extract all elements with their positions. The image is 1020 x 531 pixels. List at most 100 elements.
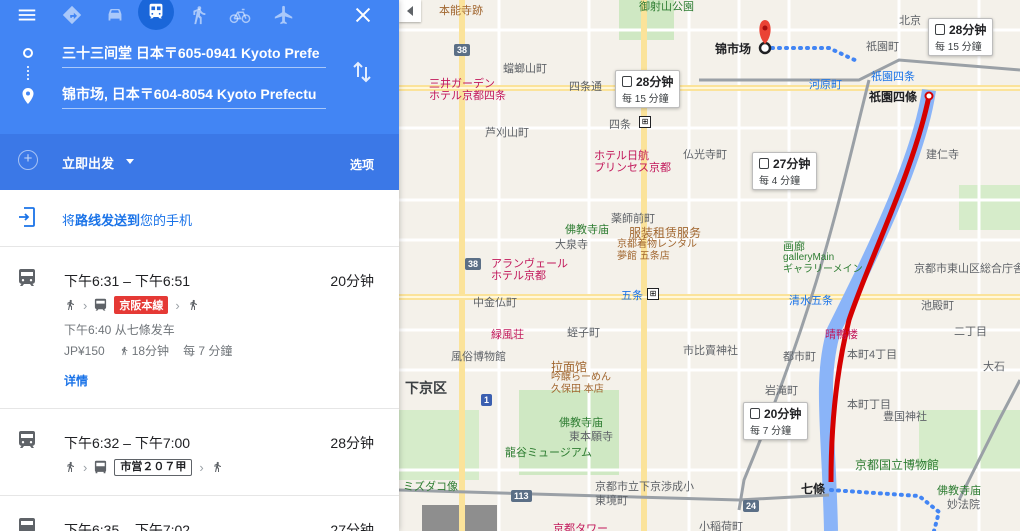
collapse-panel-button[interactable] [399,0,421,22]
walk-route-dotted [829,488,942,531]
route-duration: 20分钟 [330,273,374,289]
send-bold: 路线发送到 [75,213,141,228]
walk-icon [214,461,221,472]
send-to-phone-label[interactable]: 将路线发送到您的手机 [62,210,192,229]
callout-sub: 每 15 分鐘 [622,94,669,105]
walk-route-dotted [763,46,861,64]
route-departure-note: 下午6:40 从七條发车 [64,323,175,337]
route-times: 下午6:32 – 下午7:00 [64,435,191,451]
options-button[interactable]: 选项 [350,156,374,173]
maps-directions-app: 三十三间堂 日本〒605-0941 Kyoto Prefe 锦市场, 日本〒60… [0,0,1020,531]
depart-time-selector[interactable]: 立即出发 [62,153,114,172]
district-label: 下京区 [405,380,447,396]
map-label: 佛教寺庙 [565,224,609,236]
road-shield: 24 [743,500,760,512]
bus-icon [759,158,769,169]
travel-mode-bar [0,0,399,33]
map-label: 五条 [621,290,643,302]
map-label: 三井ガーデン ホテル京都四条 [429,78,506,102]
send-to-phone-row[interactable]: 将路线发送到您的手机 [0,190,399,247]
callout-title: 28分钟 [636,75,674,89]
swap-endpoints-icon[interactable] [351,60,373,89]
destination-pin-icon[interactable] [759,20,771,44]
add-destination-icon[interactable]: + [18,150,38,170]
origin-dot-icon [23,48,33,58]
bus-route-grey [699,58,1020,82]
diamond-directions-icon[interactable] [57,0,87,30]
chevron-right-icon: › [175,297,180,313]
transit-icon[interactable] [138,0,174,30]
map-label: 蟷螂山町 [503,63,547,75]
route-walk-time: 18分钟 [119,342,169,359]
walk-icon[interactable] [183,0,213,30]
map-label: 北京 [899,15,921,27]
train-icon [95,298,107,311]
callout-sub: 每 4 分鐘 [759,176,801,187]
origin-input[interactable]: 三十三间堂 日本〒605-0941 Kyoto Prefe [62,38,326,68]
map-label: 二丁目 [954,326,987,338]
map-label: 京都着物レンタル 夢館 五条店 [617,239,697,262]
directions-panel: 三十三间堂 日本〒605-0941 Kyoto Prefe 锦市场, 日本〒60… [0,0,399,531]
park-area [959,185,1020,230]
map-label: 緑風荘 [491,329,524,341]
road-shield: 38 [454,44,471,56]
map-label-nishiki: 锦市场 [715,42,752,56]
route-duration-callout[interactable]: 27分钟 每 4 分鐘 [752,152,818,190]
route-duration-callout[interactable]: 20分钟 每 7 分鐘 [743,402,809,440]
map-label: 妙法院 [947,499,980,511]
route-option[interactable]: 下午6:31 – 下午6:51 20分钟 › 京阪本線 › 下午6:40 从七條… [0,247,399,409]
callout-title: 28分钟 [949,23,987,37]
road-shield: 1 [481,394,493,406]
route-steps: › 市営２０７甲 › [64,458,223,476]
map-canvas[interactable]: 本能寺跡 御射山公園 蟷螂山町 锦市场 三井ガーデン ホテル京都四条 四条通 四… [399,0,1020,531]
bike-icon[interactable] [225,0,255,30]
walk-icon [67,299,74,310]
map-label: 建仁寺 [926,149,959,161]
close-icon[interactable] [348,0,378,30]
route-duration-callout[interactable]: 28分钟 每 15 分鐘 [928,18,994,56]
callout-title: 20分钟 [764,407,802,421]
chevron-right-icon: › [83,459,88,475]
route-details-link[interactable]: 详情 [64,372,88,389]
bus-icon [750,408,760,419]
walk-icon [190,299,197,310]
route-option[interactable]: 下午6:35 – 下午7:02 27分钟 [0,496,399,531]
map-label: ホテル日航 プリンセス京都 [594,150,671,174]
directions-header: 三十三间堂 日本〒605-0941 Kyoto Prefe 锦市场, 日本〒60… [0,0,399,190]
walk-icon [121,346,128,355]
map-label: 風俗博物館 [451,351,506,363]
route-stop-circle [924,91,934,101]
map-label: 御射山公園 [639,1,694,13]
chevron-left-icon [407,6,413,16]
map-label: 清水五条 [789,295,833,307]
route-steps: › 京阪本線 › [64,296,199,314]
walk-icon [67,461,74,472]
map-label: 京都国立博物館 [855,458,940,472]
bus-icon [95,460,107,474]
map-label: 京都市東山区総合庁舎 [914,263,1020,275]
map-label: 本町4丁目 [847,349,898,361]
map-label: 吟醸らーめん 久保田 本店 [551,372,611,395]
map-label: 市比賣神社 [683,345,738,357]
map-label: 本能寺跡 [439,5,483,17]
map-label: 大泉寺 [555,239,588,251]
map-label: 龍谷ミュージアム [505,447,593,459]
route-duration-callout[interactable]: 28分钟 每 15 分鐘 [615,70,681,108]
route-option[interactable]: 下午6:32 – 下午7:00 28分钟 › 市営２０７甲 › [0,409,399,496]
car-icon[interactable] [100,0,130,30]
route-line-red [828,95,932,483]
map-label: 本町丁目 [847,399,891,411]
line-badge: 京阪本線 [114,296,169,314]
map-label: 河原町 [809,79,842,91]
road-shield: 38 [465,258,482,270]
map-label: 四条 [609,119,631,131]
chevron-down-icon[interactable] [126,159,134,164]
map-label: ミズダコ像 [403,481,458,493]
route-times: 下午6:35 – 下午7:02 [64,522,191,531]
flight-icon[interactable] [269,0,299,30]
route-times: 下午6:31 – 下午6:51 [64,273,191,289]
menu-icon[interactable] [12,0,42,30]
send-prefix: 将 [62,213,76,228]
map-label: 大石 [983,361,1005,373]
destination-input[interactable]: 锦市场, 日本〒604-8054 Kyoto Prefectu [62,79,326,109]
